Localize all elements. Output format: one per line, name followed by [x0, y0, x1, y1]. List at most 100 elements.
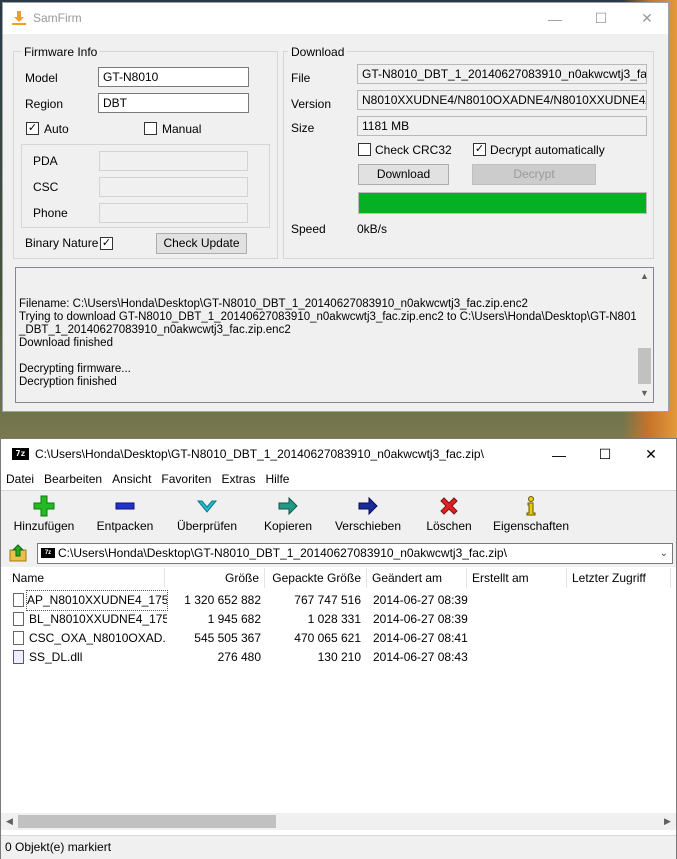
file-packed-size: 767 747 516	[294, 593, 361, 607]
chevron-down-icon[interactable]: ⌄	[660, 544, 668, 563]
download-legend: Download	[288, 45, 348, 59]
file-label: File	[291, 71, 311, 85]
move-label: Verschieben	[334, 519, 402, 533]
phone-label: Phone	[33, 206, 68, 220]
scroll-down-arrow-icon[interactable]: ▼	[636, 385, 653, 402]
move-arrow-icon	[358, 496, 378, 516]
file-name: AP_N8010XXUDNE4_175...	[26, 590, 168, 611]
path-text: C:\Users\Honda\Desktop\GT-N8010_DBT_1_20…	[58, 546, 507, 560]
log-line: Filename: C:\Users\Honda\Desktop\GT-N801…	[19, 298, 528, 310]
maximize-button[interactable]: ☐	[578, 3, 624, 34]
column-name[interactable]: Name	[7, 568, 165, 588]
sevenzip-maximize-button[interactable]: ☐	[582, 439, 628, 470]
menu-bearbeiten[interactable]: Bearbeiten	[39, 469, 107, 490]
properties-button[interactable]: Eigenschaften	[491, 493, 571, 533]
file-field[interactable]: GT-N8010_DBT_1_20140627083910_n0akwcwtj3…	[357, 64, 647, 84]
menu-favoriten[interactable]: Favoriten	[156, 469, 216, 490]
size-field[interactable]: 1181 MB	[357, 116, 647, 136]
region-label: Region	[25, 97, 64, 111]
download-button[interactable]: Download	[358, 164, 449, 185]
file-row[interactable]: SS_DL.dll 276 480 130 210 2014-06-27 08:…	[7, 648, 667, 667]
sevenzip-window-title: C:\Users\Honda\Desktop\GT-N8010_DBT_1_20…	[35, 447, 484, 461]
csc-field[interactable]	[99, 177, 248, 197]
extract-button[interactable]: Entpacken	[94, 493, 156, 533]
close-button[interactable]: ✕	[624, 3, 670, 34]
scroll-up-arrow-icon[interactable]: ▲	[636, 268, 653, 285]
archive-icon: 7z	[41, 548, 55, 558]
auto-label: Auto	[44, 122, 69, 136]
horizontal-scroll-thumb[interactable]	[18, 815, 276, 828]
file-packed-size: 130 210	[317, 650, 361, 664]
file-row[interactable]: BL_N8010XXUDNE4_175... 1 945 682 1 028 3…	[7, 610, 667, 629]
copy-button[interactable]: Kopieren	[260, 493, 316, 533]
sevenzip-window: 7z C:\Users\Honda\Desktop\GT-N8010_DBT_1…	[0, 438, 677, 859]
version-field[interactable]: N8010XXUDNE4/N8010OXADNE4/N8010XXUDNE4/N…	[357, 90, 647, 110]
delete-x-icon	[440, 497, 458, 515]
minimize-button[interactable]: —	[532, 3, 578, 34]
phone-field[interactable]	[99, 203, 248, 223]
menu-ansicht[interactable]: Ansicht	[107, 469, 156, 490]
folder-up-icon[interactable]	[9, 544, 27, 562]
horizontal-scrollbar[interactable]: ◀ ▶	[1, 813, 676, 830]
scroll-left-arrow-icon[interactable]: ◀	[1, 813, 18, 830]
file-size: 1 320 652 882	[184, 593, 261, 607]
csc-label: CSC	[33, 180, 59, 194]
column-last-access[interactable]: Letzter Zugriff	[567, 568, 671, 588]
sevenzip-minimize-button[interactable]: —	[536, 439, 582, 470]
file-row[interactable]: AP_N8010XXUDNE4_175... 1 320 652 882 767…	[7, 590, 667, 611]
auto-checkbox[interactable]: ✓	[26, 122, 39, 135]
sevenzip-close-button[interactable]: ✕	[628, 439, 674, 470]
check-update-button[interactable]: Check Update	[156, 233, 247, 254]
extract-label: Entpacken	[96, 519, 154, 533]
model-label: Model	[25, 71, 58, 85]
log-line: _DBT_1_20140627083910_n0akwcwtj3_fac.zip…	[19, 324, 291, 336]
menu-extras[interactable]: Extras	[216, 469, 260, 490]
size-label: Size	[291, 121, 315, 135]
menu-datei[interactable]: Datei	[1, 469, 39, 490]
log-scroll-thumb[interactable]	[638, 348, 651, 384]
binary-nature-checkbox[interactable]: ✓	[100, 237, 113, 250]
scroll-right-arrow-icon[interactable]: ▶	[659, 813, 676, 830]
manual-label: Manual	[162, 122, 202, 136]
sevenzip-title-bar[interactable]: 7z C:\Users\Honda\Desktop\GT-N8010_DBT_1…	[1, 439, 676, 469]
log-scrollbar[interactable]: ▲ ▼	[636, 268, 653, 402]
status-bar: 0 Objekt(e) markiert	[1, 835, 676, 859]
log-textbox[interactable]: Filename: C:\Users\Honda\Desktop\GT-N801…	[15, 267, 654, 403]
check-icon	[196, 500, 218, 513]
path-combobox[interactable]: 7z C:\Users\Honda\Desktop\GT-N8010_DBT_1…	[37, 543, 673, 564]
file-packed-size: 470 065 621	[294, 631, 361, 645]
delete-button[interactable]: Löschen	[424, 493, 474, 533]
copy-arrow-icon	[278, 496, 298, 516]
column-modified[interactable]: Geändert am	[367, 568, 467, 588]
column-size[interactable]: Größe	[165, 568, 265, 588]
manual-checkbox[interactable]	[144, 122, 157, 135]
move-button[interactable]: Verschieben	[333, 493, 403, 533]
check-crc32-checkbox[interactable]	[358, 143, 371, 156]
file-row[interactable]: CSC_OXA_N8010OXAD... 545 505 367 470 065…	[7, 629, 667, 648]
test-label: Überprüfen	[176, 519, 238, 533]
add-label: Hinzufügen	[13, 519, 75, 533]
column-created[interactable]: Erstellt am	[467, 568, 567, 588]
minus-icon	[115, 502, 135, 510]
address-bar: 7z C:\Users\Honda\Desktop\GT-N8010_DBT_1…	[1, 540, 676, 567]
version-label: Version	[291, 97, 332, 111]
decrypt-automatically-checkbox[interactable]: ✓	[473, 143, 486, 156]
region-input[interactable]: DBT	[98, 93, 249, 113]
file-modified: 2014-06-27 08:39	[373, 593, 468, 607]
decrypt-button[interactable]: Decrypt	[472, 164, 596, 185]
add-button[interactable]: Hinzufügen	[11, 493, 77, 533]
file-icon	[13, 593, 24, 607]
menu-bar: Datei Bearbeiten Ansicht Favoriten Extra…	[1, 469, 676, 490]
test-button[interactable]: Überprüfen	[173, 493, 241, 533]
model-input[interactable]: GT-N8010	[98, 67, 249, 87]
speed-value: 0kB/s	[357, 222, 388, 236]
check-crc32-label: Check CRC32	[375, 143, 452, 157]
dll-file-icon	[13, 650, 24, 664]
delete-label: Löschen	[426, 519, 472, 533]
column-packed-size[interactable]: Gepackte Größe	[265, 568, 367, 588]
pda-field[interactable]	[99, 151, 248, 171]
file-modified: 2014-06-27 08:43	[373, 650, 468, 664]
samfirm-title-bar[interactable]: SamFirm — ☐ ✕	[3, 3, 668, 34]
menu-hilfe[interactable]: Hilfe	[260, 469, 294, 490]
